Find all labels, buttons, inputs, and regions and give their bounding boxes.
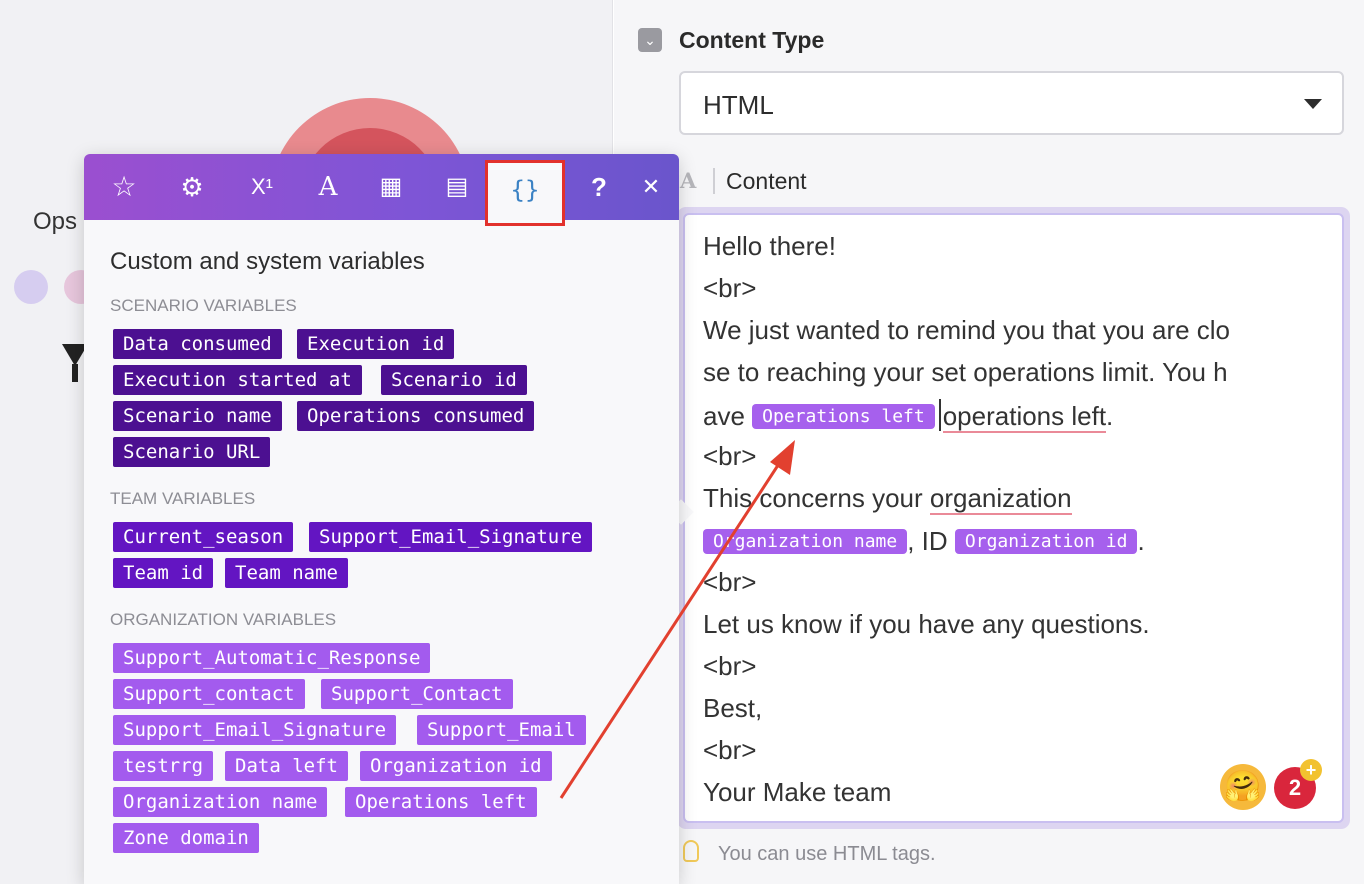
math-functions-icon[interactable]: X¹ [242,168,282,206]
calendar-icon[interactable]: ▦ [373,168,409,206]
editor-line: Hello there! [703,231,836,261]
variable-pill-organization-name[interactable]: Organization name [703,529,908,554]
variables-popover: ☆ ⚙ X¹ A ▦ ▤ ? ✕ {} Custom and system va… [84,154,679,884]
editor-line: <br> [703,651,757,681]
status-dot [14,270,48,304]
popover-title: Custom and system variables [110,248,425,275]
variables-tab-selected[interactable]: {} [485,160,565,226]
lightbulb-icon [683,840,699,862]
editor-line: se to reaching your set operations limit… [703,357,1228,387]
text-caret [938,399,941,431]
table-icon[interactable]: ▤ [439,168,475,206]
editor-line: ave Operations left operations left. [703,399,1114,433]
editor-line: We just wanted to remind you that you ar… [703,315,1231,345]
variable-tag[interactable]: Team name [225,558,348,588]
text-type-icon: A [680,168,697,193]
text-fragment: This concerns your [703,483,930,513]
variable-tag[interactable]: Organization name [113,787,328,817]
dropdown-arrow-icon [1304,99,1322,109]
variable-tag[interactable]: Operations left [345,787,537,817]
variable-tag[interactable]: Support_Email [417,715,586,745]
variable-tag[interactable]: Data left [225,751,348,781]
variable-pill-organization-id[interactable]: Organization id [954,529,1138,554]
editor-line: <br> [703,735,757,765]
variable-tag[interactable]: Execution started at [113,365,362,395]
editor-line: Organization name, ID Organization id. [703,526,1145,557]
variable-tag[interactable]: Organization id [360,751,552,781]
variable-tag[interactable]: Support_Contact [321,679,513,709]
star-icon[interactable]: ☆ [106,168,142,206]
canvas-label: Ops [33,208,78,235]
variable-pill-operations-left[interactable]: Operations left [752,404,935,429]
editor-line: Let us know if you have any questions. [703,609,1150,639]
variable-tag[interactable]: Support_Email_Signature [113,715,397,745]
text-fragment: . [1137,526,1145,556]
editor-line: <br> [703,441,757,471]
content-type-value: HTML [703,90,774,120]
editor-line: This concerns your organization [703,483,1072,515]
editor-line: <br> [703,273,757,303]
collapse-chevron-icon[interactable]: ⌄ [638,28,662,52]
variable-tag[interactable]: Support_Email_Signature [309,522,593,552]
editor-line: Best, [703,693,763,723]
editor-line: <br> [703,567,757,597]
content-type-select[interactable]: HTML [679,71,1344,135]
content-type-label: Content Type [679,27,825,53]
gear-icon[interactable]: ⚙ [174,168,210,206]
text-fragment: . [1106,401,1114,431]
filter-icon-stem [72,364,78,382]
variable-tag[interactable]: Operations consumed [297,401,535,431]
help-icon[interactable]: ? [581,168,617,206]
variable-tag[interactable]: Scenario URL [113,437,271,467]
close-icon[interactable]: ✕ [633,168,669,206]
variable-tag[interactable]: Execution id [297,329,455,359]
text-fragment: operations left [942,401,1107,433]
variable-tag[interactable]: Support_Automatic_Response [113,643,431,673]
variable-tag[interactable]: Team id [113,558,214,588]
variable-tag[interactable]: Current_season [113,522,294,552]
scenario-variables-heading: SCENARIO VARIABLES [110,296,297,315]
variable-tag[interactable]: testrrg [113,751,214,781]
text-fragment: , ID [907,526,955,556]
plus-icon[interactable]: + [1300,759,1322,781]
team-variables-heading: TEAM VARIABLES [110,489,256,508]
curly-braces-icon: {} [510,176,540,204]
variable-tag[interactable]: Data consumed [113,329,282,359]
text-functions-icon[interactable]: A [310,168,346,206]
variable-tag[interactable]: Zone domain [113,823,259,853]
text-fragment: ave [703,401,753,431]
variable-tag[interactable]: Scenario id [381,365,527,395]
popover-toolbar: ☆ ⚙ X¹ A ▦ ▤ ? ✕ [84,154,679,220]
variable-tag[interactable]: Support_contact [113,679,305,709]
text-fragment: organization [929,483,1072,515]
editor-line: Your Make team [703,777,892,807]
content-editor[interactable] [683,213,1344,823]
content-label: Content [726,168,807,194]
variable-tag[interactable]: Scenario name [113,401,282,431]
html-hint: You can use HTML tags. [718,843,936,865]
organization-variables-heading: ORGANIZATION VARIABLES [110,610,337,629]
hugging-face-emoji-icon[interactable]: 🤗 [1220,764,1266,810]
label-divider [713,168,715,194]
